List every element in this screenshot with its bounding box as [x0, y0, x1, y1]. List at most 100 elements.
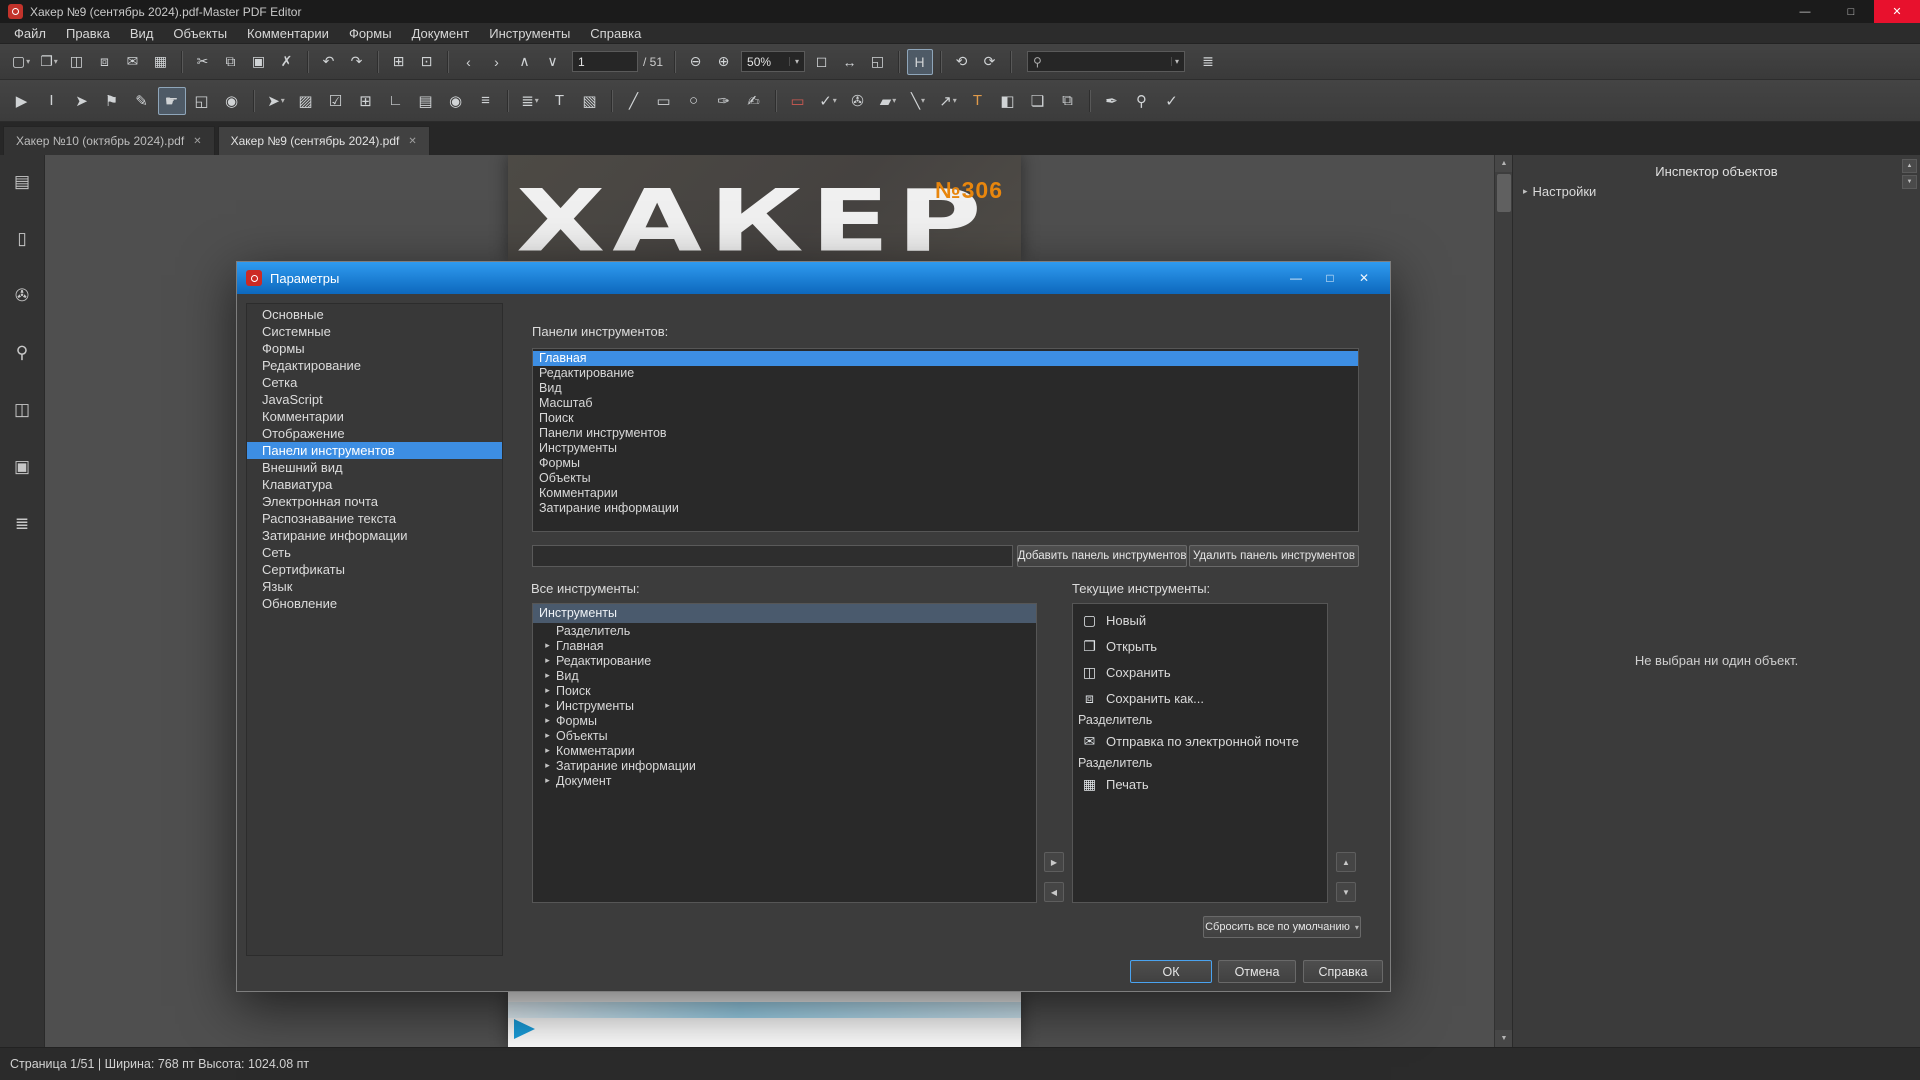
settings-category-item[interactable]: Электронная почта	[247, 493, 502, 510]
snap-to-grid-button[interactable]: ⊡	[414, 49, 440, 75]
all-tools-item[interactable]: ▸ Формы	[533, 713, 1036, 728]
page-up-button[interactable]: ∧	[512, 49, 538, 75]
settings-category-item[interactable]: Панели инструментов	[247, 442, 502, 459]
page-number-input[interactable]	[572, 51, 638, 72]
cut-button[interactable]: ✂	[190, 49, 216, 75]
dialog-close-button[interactable]: ✕	[1347, 265, 1381, 291]
scroll-up-icon[interactable]: ▲	[1495, 155, 1513, 172]
table-tool-button[interactable]: ⊞	[352, 87, 380, 115]
email-document-button[interactable]: ✉	[120, 49, 146, 75]
validate-button[interactable]: ✓	[1158, 87, 1186, 115]
next-page-button[interactable]: ›	[484, 49, 510, 75]
rotate-ccw-button[interactable]: ⟲	[949, 49, 975, 75]
clone-tool-button[interactable]: ⧉	[1054, 87, 1082, 115]
zoom-level-select[interactable]: 50% ▾	[741, 51, 805, 72]
settings-category-item[interactable]: Сетка	[247, 374, 502, 391]
save-as-button[interactable]: ⧈	[92, 49, 118, 75]
all-tools-item[interactable]: ▸ Затирание информации	[533, 758, 1036, 773]
stamps-panel-button[interactable]: ▣	[7, 454, 37, 480]
select-text-button[interactable]: I	[38, 87, 66, 115]
menu-item[interactable]: Формы	[339, 24, 402, 43]
menu-item[interactable]: Инструменты	[479, 24, 580, 43]
current-tool-item[interactable]: ◫ Сохранить	[1073, 659, 1327, 685]
snapshot-button[interactable]: ◉	[218, 87, 246, 115]
run-forms-button[interactable]: ▶	[8, 87, 36, 115]
move-tool-down-button[interactable]: ▼	[1336, 882, 1356, 902]
toolbar-list-item[interactable]: Формы	[533, 456, 1358, 471]
menu-item[interactable]: Вид	[120, 24, 164, 43]
all-tools-root-item[interactable]: Инструменты	[533, 604, 1036, 623]
draw-line-button[interactable]: ╲▾	[904, 87, 932, 115]
image-tool-button[interactable]: ▨	[292, 87, 320, 115]
settings-category-item[interactable]: Язык	[247, 578, 502, 595]
stamp-tool-button[interactable]: ◧	[994, 87, 1022, 115]
expand-arrow-icon[interactable]: ▸	[1523, 186, 1528, 197]
window-maximize-button[interactable]: □	[1828, 0, 1874, 23]
menu-item[interactable]: Объекты	[163, 24, 237, 43]
form-fields-panel-button[interactable]: ◫	[7, 397, 37, 423]
zoom-area-button[interactable]: ◱	[865, 49, 891, 75]
inspector-scroll-up-button[interactable]: ▲	[1902, 159, 1917, 173]
print-button[interactable]: ▦	[148, 49, 174, 75]
menu-item[interactable]: Файл	[4, 24, 56, 43]
all-tools-item[interactable]: ▸ Объекты	[533, 728, 1036, 743]
ellipse-tool-button[interactable]: ○	[680, 87, 708, 115]
all-tools-item[interactable]: ▸ Вид	[533, 668, 1036, 683]
inspector-settings-node[interactable]: ▸ Настройки	[1523, 184, 1596, 199]
arrow-tool-button[interactable]: ↗▾	[934, 87, 962, 115]
new-toolbar-name-input[interactable]	[532, 545, 1013, 567]
document-tab[interactable]: Хакер №10 (октябрь 2024).pdf ✕	[3, 126, 215, 155]
dialog-minimize-button[interactable]: —	[1279, 265, 1313, 291]
paste-button[interactable]: ▣	[246, 49, 272, 75]
expand-arrow-icon[interactable]: ▸	[541, 655, 554, 666]
expand-arrow-icon[interactable]: ▸	[541, 775, 554, 786]
bookmark-button[interactable]: ⚑	[98, 87, 126, 115]
settings-category-item[interactable]: Основные	[247, 306, 502, 323]
all-tools-item[interactable]: ▸ Поиск	[533, 683, 1036, 698]
settings-category-item[interactable]: Отображение	[247, 425, 502, 442]
document-tab[interactable]: Хакер №9 (сентябрь 2024).pdf ✕	[218, 126, 430, 155]
cancel-button[interactable]: Отмена	[1218, 960, 1296, 983]
window-close-button[interactable]: ✕	[1874, 0, 1920, 23]
combobox-tool-button[interactable]: ≡	[472, 87, 500, 115]
toolbar-list-item[interactable]: Объекты	[533, 471, 1358, 486]
edit-document-button[interactable]: ✎	[128, 87, 156, 115]
scroll-down-icon[interactable]: ▼	[1495, 1030, 1513, 1047]
expand-arrow-icon[interactable]: ▸	[541, 745, 554, 756]
signature-tool-button[interactable]: ✍	[740, 87, 768, 115]
settings-category-item[interactable]: Сертификаты	[247, 561, 502, 578]
tab-close-icon[interactable]: ✕	[408, 136, 416, 147]
toolbar-list-item[interactable]: Панели инструментов	[533, 426, 1358, 441]
layers-panel-button[interactable]: ≣	[7, 511, 37, 537]
toolbar-list-item[interactable]: Масштаб	[533, 396, 1358, 411]
chevron-down-icon[interactable]: ▾	[789, 57, 804, 66]
bookmarks-panel-button[interactable]: ▯	[7, 226, 37, 252]
expand-arrow-icon[interactable]: ▸	[541, 685, 554, 696]
list-tool-button[interactable]: ≣▾	[516, 87, 544, 115]
ok-button[interactable]: ОК	[1130, 960, 1212, 983]
reset-defaults-button[interactable]: Сбросить все по умолчанию ▾	[1203, 916, 1361, 938]
settings-category-item[interactable]: Клавиатура	[247, 476, 502, 493]
save-button[interactable]: ◫	[64, 49, 90, 75]
add-tool-button[interactable]: ▶	[1044, 852, 1064, 872]
remove-toolbar-button[interactable]: Удалить панель инструментов	[1189, 545, 1359, 567]
help-button[interactable]: Справка	[1303, 960, 1383, 983]
layout-tool-button[interactable]: ▤	[412, 87, 440, 115]
search-input[interactable]	[1042, 55, 1171, 69]
redo-button[interactable]: ↷	[344, 49, 370, 75]
approve-tool-button[interactable]: ✓▾	[814, 87, 842, 115]
copy-button[interactable]: ⧉	[218, 49, 244, 75]
previous-page-button[interactable]: ‹	[456, 49, 482, 75]
current-tool-item[interactable]: ❐ Открыть	[1073, 633, 1327, 659]
settings-category-item[interactable]: Затирание информации	[247, 527, 502, 544]
highlight-tool-button[interactable]: ▰▾	[874, 87, 902, 115]
settings-category-item[interactable]: Внешний вид	[247, 459, 502, 476]
settings-category-item[interactable]: Редактирование	[247, 357, 502, 374]
grid-button[interactable]: ⊞	[386, 49, 412, 75]
pen-tool-button[interactable]: ✑	[710, 87, 738, 115]
undo-button[interactable]: ↶	[316, 49, 342, 75]
remove-tool-button[interactable]: ◀	[1044, 882, 1064, 902]
ruler-tool-button[interactable]: ∟	[382, 87, 410, 115]
insert-image-button[interactable]: ▧	[576, 87, 604, 115]
toolbar-list-item[interactable]: Инструменты	[533, 441, 1358, 456]
